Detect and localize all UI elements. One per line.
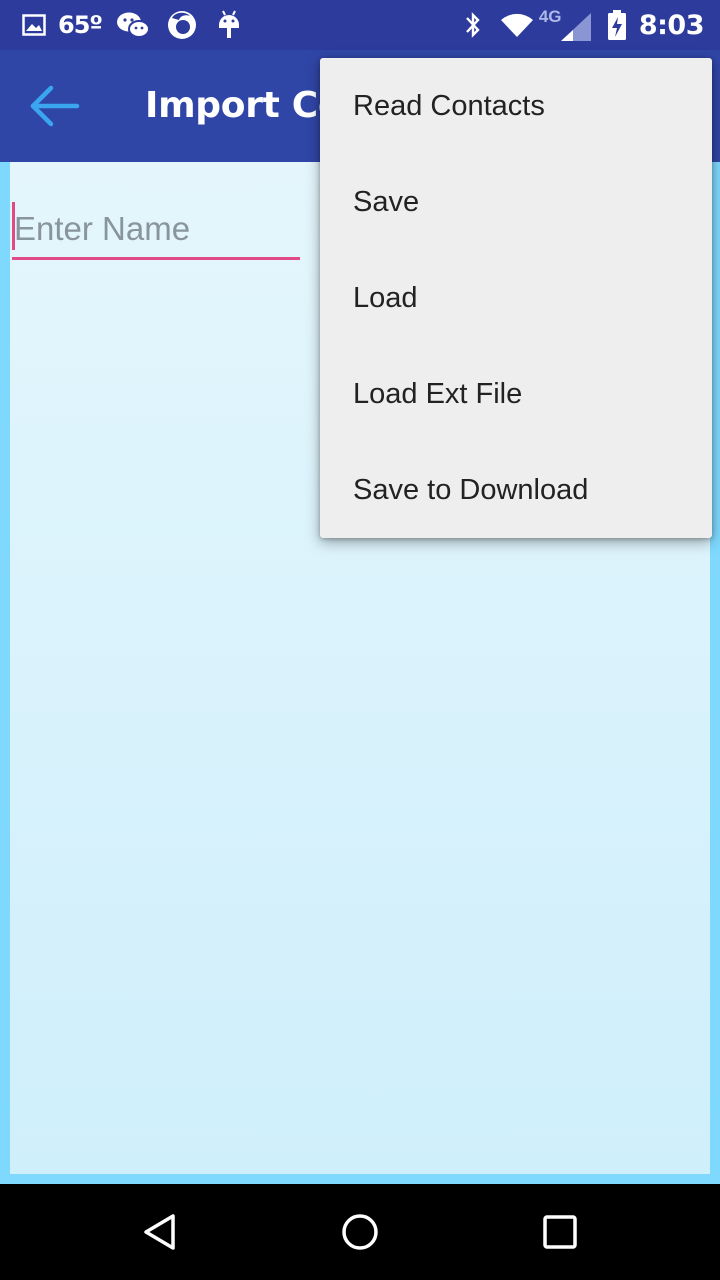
firefox-icon [166,9,198,41]
temperature-text: 65º [58,11,103,39]
nav-home-button[interactable] [328,1200,392,1264]
status-left-group: 65º [0,0,242,50]
menu-item-load[interactable]: Load [320,250,712,346]
page-title: Import Co [145,85,343,126]
lte-signal-icon: 4G [539,5,595,45]
clock-text: 8:03 [638,9,705,41]
menu-item-save[interactable]: Save [320,154,712,250]
status-bar: 65º 4G 8:03 [0,0,720,50]
wechat-icon [116,11,150,39]
menu-item-load-ext-file[interactable]: Load Ext File [320,346,712,442]
overflow-menu: Read Contacts Save Load Load Ext File Sa… [320,58,712,538]
nav-back-button[interactable] [128,1200,192,1264]
menu-item-read-contacts[interactable]: Read Contacts [320,58,712,154]
bluetooth-icon [463,9,483,41]
recents-square-icon [543,1215,577,1249]
back-button[interactable] [26,80,82,132]
home-circle-icon [342,1214,378,1250]
nav-recents-button[interactable] [528,1200,592,1264]
back-triangle-icon [144,1214,175,1250]
arrow-left-icon [30,85,80,127]
status-right-group: 4G 8:03 [463,0,705,50]
image-icon [22,14,46,36]
name-input[interactable] [14,202,298,256]
navigation-bar [0,1184,720,1280]
menu-item-save-to-download[interactable]: Save to Download [320,442,712,538]
battery-charging-icon [607,9,627,41]
wifi-icon [499,11,535,39]
name-field[interactable] [12,202,300,260]
android-icon [216,9,242,41]
